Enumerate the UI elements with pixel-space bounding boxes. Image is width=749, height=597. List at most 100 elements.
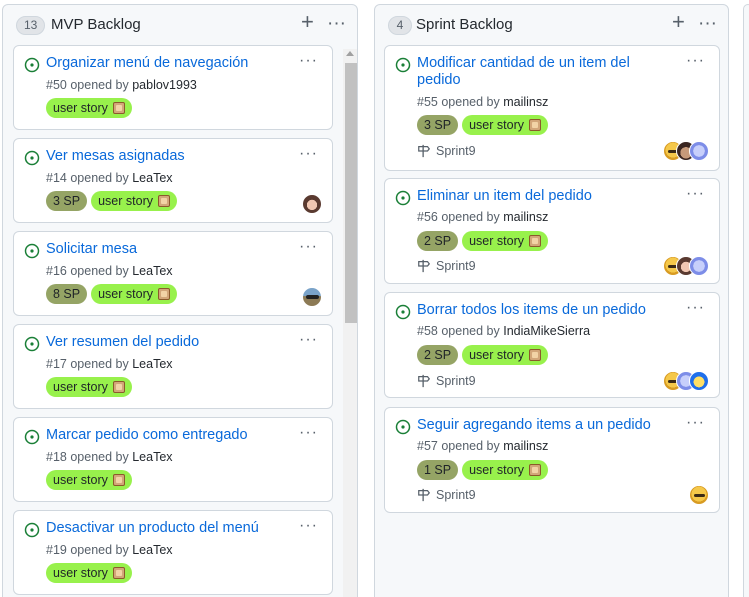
avatar[interactable] [689,485,709,505]
issue-title-link[interactable]: Ver resumen del pedido [46,334,291,351]
assignee-avatars [663,371,709,391]
issue-title-link[interactable]: Seguir agregando items a un pedido [417,417,662,434]
issue-card[interactable]: Ver resumen del pedido ··· #17 opened by… [13,324,333,409]
card-menu-button[interactable]: ··· [686,52,705,70]
opened-by-text: opened by [70,78,129,92]
card-menu-button[interactable]: ··· [299,238,318,256]
issue-author-link[interactable]: LeaTex [132,171,172,185]
issue-title-link[interactable]: Marcar pedido como entregado [46,427,291,444]
package-emoji-icon [529,349,541,361]
label-story-points[interactable]: 1 SP [417,460,459,480]
issue-title-link[interactable]: Solicitar mesa [46,241,291,258]
issue-card[interactable]: Ver mesas asignadas ··· #14 opened by Le… [13,138,333,223]
card-menu-button[interactable]: ··· [299,517,318,535]
milestone[interactable]: Sprint9 [417,374,476,388]
milestone-name: Sprint9 [436,144,476,158]
issue-labels: user story [46,377,132,397]
column-sprint-backlog: 4 Sprint Backlog + ··· Modificar cantida… [374,4,729,597]
avatar[interactable] [689,141,709,161]
opened-by-text: opened by [70,264,129,278]
label-user-story[interactable]: user story [46,470,132,490]
label-story-points[interactable]: 8 SP [46,284,88,304]
issue-title-link[interactable]: Desactivar un producto del menú [46,520,291,537]
issue-author-link[interactable]: LeaTex [132,357,172,371]
avatar[interactable] [302,194,322,214]
card-menu-button[interactable]: ··· [299,424,318,442]
issue-card[interactable]: Modificar cantidad de un item del pedido… [384,45,720,171]
issue-labels: user story [46,470,132,490]
label-story-points[interactable]: 2 SP [417,231,459,251]
issue-number: #56 [417,210,438,224]
issue-card[interactable]: Organizar menú de navegación ··· #50 ope… [13,45,333,130]
issue-title-link[interactable]: Borrar todos los items de un pedido [417,302,662,319]
issue-card[interactable]: Marcar pedido como entregado ··· #18 ope… [13,417,333,502]
issue-labels: user story [46,98,132,118]
issue-number: #16 [46,264,67,278]
column-menu-button[interactable]: ··· [327,14,346,34]
issue-card[interactable]: Solicitar mesa ··· #16 opened by LeaTex … [13,231,333,316]
milestone[interactable]: Sprint9 [417,488,476,502]
issue-author-link[interactable]: mailinsz [503,210,548,224]
issue-author-link[interactable]: mailinsz [503,439,548,453]
issue-opened-icon [24,57,40,73]
add-card-button[interactable]: + [301,11,314,33]
issue-meta: #58 opened by IndiaMikeSierra [417,324,590,338]
issue-opened-icon [24,429,40,445]
avatar[interactable] [302,287,322,307]
issue-title-link[interactable]: Ver mesas asignadas [46,148,291,165]
card-menu-button[interactable]: ··· [686,414,705,432]
issue-title-link[interactable]: Modificar cantidad de un item del pedido [417,55,662,89]
label-user-story[interactable]: user story [46,377,132,397]
issue-labels: 3 SP user story [417,115,548,135]
issue-title-link[interactable]: Eliminar un item del pedido [417,188,662,205]
issue-author-link[interactable]: LeaTex [132,543,172,557]
label-story-points[interactable]: 3 SP [46,191,88,211]
issue-labels: 2 SP user story [417,231,548,251]
opened-by-text: opened by [441,95,500,109]
package-emoji-icon [112,474,125,486]
issue-author-link[interactable]: pablov1993 [132,78,197,92]
label-user-story[interactable]: user story [91,191,177,211]
milestone-name: Sprint9 [436,259,476,273]
milestone[interactable]: Sprint9 [417,144,476,158]
issue-author-link[interactable]: IndiaMikeSierra [503,324,590,338]
card-menu-button[interactable]: ··· [299,331,318,349]
label-user-story[interactable]: user story [46,98,132,118]
issue-number: #57 [417,439,438,453]
issue-meta: #19 opened by LeaTex [46,543,173,557]
next-column-edge [743,4,749,597]
avatar[interactable] [689,371,709,391]
card-menu-button[interactable]: ··· [299,52,318,70]
issue-author-link[interactable]: LeaTex [132,264,172,278]
add-card-button[interactable]: + [672,11,685,33]
column-menu-button[interactable]: ··· [698,14,717,34]
scrollbar-thumb[interactable] [345,63,357,323]
opened-by-text: opened by [70,171,129,185]
milestone[interactable]: Sprint9 [417,259,476,273]
issue-author-link[interactable]: LeaTex [132,450,172,464]
issue-author-link[interactable]: mailinsz [503,95,548,109]
issue-card[interactable]: Eliminar un item del pedido ··· #56 open… [384,178,720,284]
label-user-story[interactable]: user story [462,345,548,365]
scroll-up-arrow-icon[interactable] [346,51,354,56]
issue-number: #55 [417,95,438,109]
card-menu-button[interactable]: ··· [299,145,318,163]
label-user-story[interactable]: user story [46,563,132,583]
issue-opened-icon [24,243,40,259]
card-menu-button[interactable]: ··· [686,185,705,203]
label-user-story[interactable]: user story [462,231,548,251]
issue-card[interactable]: Desactivar un producto del menú ··· #19 … [13,510,333,595]
issue-card[interactable]: Borrar todos los items de un pedido ··· … [384,292,720,398]
issue-title-link[interactable]: Organizar menú de navegación [46,55,291,72]
label-user-story[interactable]: user story [462,460,548,480]
label-story-points[interactable]: 2 SP [417,345,459,365]
opened-by-text: opened by [70,450,129,464]
issue-number: #50 [46,78,67,92]
issue-card[interactable]: Seguir agregando items a un pedido ··· #… [384,407,720,513]
label-story-points[interactable]: 3 SP [417,115,459,135]
label-user-story[interactable]: user story [91,284,177,304]
issue-labels: 3 SP user story [46,191,177,211]
label-user-story[interactable]: user story [462,115,548,135]
avatar[interactable] [689,256,709,276]
card-menu-button[interactable]: ··· [686,299,705,317]
